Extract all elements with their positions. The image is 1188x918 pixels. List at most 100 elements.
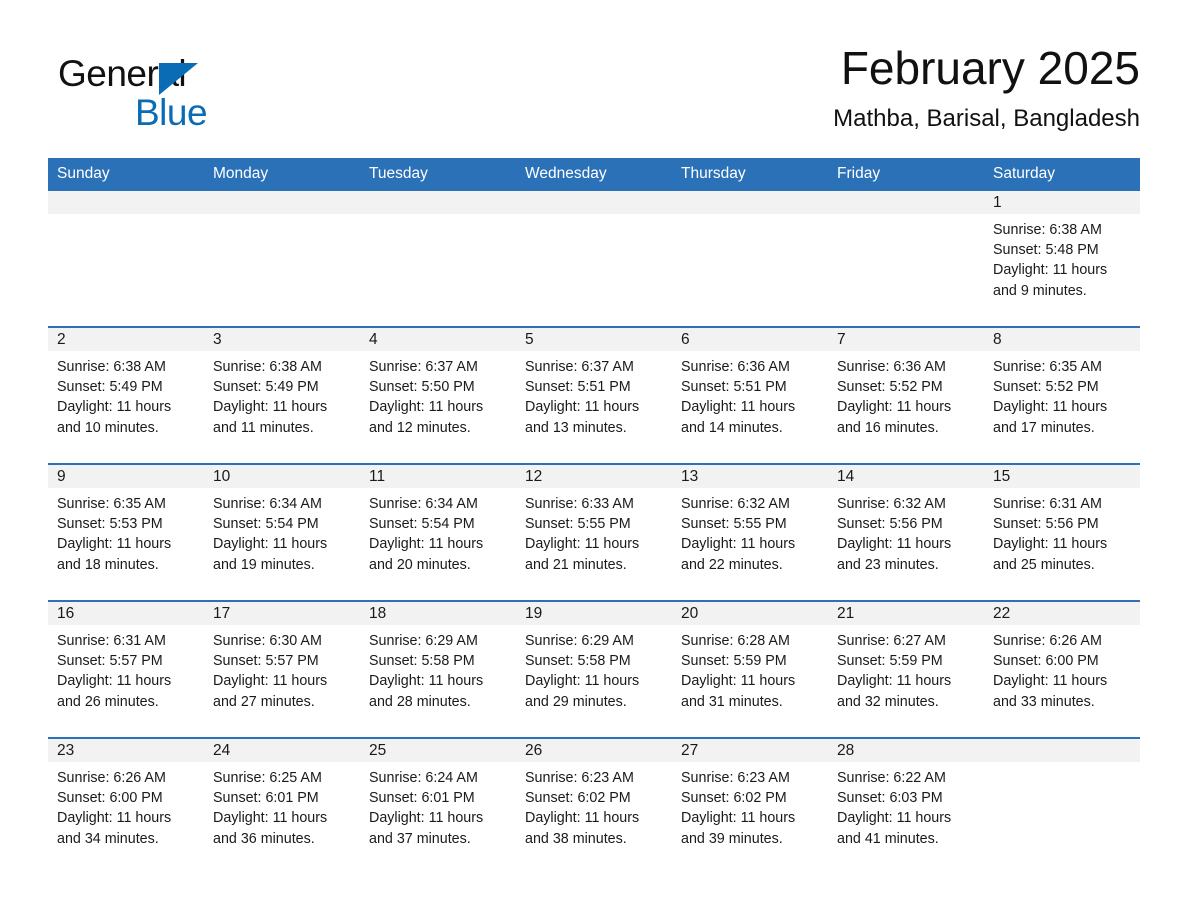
sunrise-text: Sunrise: 6:35 AM (57, 496, 166, 512)
calendar-day-cell[interactable]: 7 Sunrise: 6:36 AM Sunset: 5:52 PM Daylight… (828, 326, 984, 464)
calendar-day-cell[interactable]: 14 Sunrise: 6:32 AM Sunset: 5:56 PM Dayligh… (828, 463, 984, 601)
calendar-day-cell[interactable]: 4 Sunrise: 6:37 AM Sunset: 5:50 PM Daylight… (360, 326, 516, 464)
calendar-day-cell[interactable]: 24 Sunrise: 6:25 AM Sunset: 6:01 PM Dayligh… (204, 737, 360, 874)
day-number: 25 (360, 739, 516, 762)
sunset-text: Sunset: 6:00 PM (57, 790, 163, 807)
calendar-day-cell[interactable]: 8 Sunrise: 6:35 AM Sunset: 5:52 PM Daylight… (984, 326, 1140, 464)
day-details: Sunrise: 6:37 AM Sunset: 5:51 PM Daylight:… (516, 351, 672, 438)
calendar-day-cell[interactable]: 12 Sunrise: 6:33 AM Sunset: 5:55 PM Dayligh… (516, 463, 672, 601)
daylight-text: Daylight: 11 hours and 32 minutes. (837, 673, 952, 710)
sunrise-text: Sunrise: 6:29 AM (369, 633, 478, 649)
sunset-text: Sunset: 5:56 PM (837, 516, 943, 533)
daylight-text: Daylight: 11 hours and 31 minutes. (681, 673, 796, 710)
sunrise-text: Sunrise: 6:30 AM (213, 633, 322, 649)
calendar-day-cell[interactable]: 23 Sunrise: 6:26 AM Sunset: 6:00 PM Dayligh… (48, 737, 204, 874)
daylight-text: Daylight: 11 hours and 21 minutes. (525, 536, 640, 573)
weekday-header-wednesday: Wednesday (516, 158, 672, 191)
sunrise-text: Sunrise: 6:26 AM (57, 770, 166, 786)
calendar-day-cell[interactable]: 27 Sunrise: 6:23 AM Sunset: 6:02 PM Dayligh… (672, 737, 828, 874)
sunset-text: Sunset: 5:56 PM (993, 516, 1099, 533)
sunset-text: Sunset: 5:57 PM (213, 653, 319, 670)
weekday-header-monday: Monday (204, 158, 360, 191)
calendar-day-cell[interactable]: 25 Sunrise: 6:24 AM Sunset: 6:01 PM Dayligh… (360, 737, 516, 874)
day-details: Sunrise: 6:34 AM Sunset: 5:54 PM Daylight:… (360, 488, 516, 575)
calendar-day-cell[interactable]: 26 Sunrise: 6:23 AM Sunset: 6:02 PM Dayligh… (516, 737, 672, 874)
weekday-header-tuesday: Tuesday (360, 158, 516, 191)
calendar-day-cell[interactable]: 9 Sunrise: 6:35 AM Sunset: 5:53 PM Daylight… (48, 463, 204, 601)
day-number: 23 (48, 739, 204, 762)
sunrise-text: Sunrise: 6:23 AM (525, 770, 634, 786)
calendar-day-cell[interactable]: 28 Sunrise: 6:22 AM Sunset: 6:03 PM Dayligh… (828, 737, 984, 874)
day-number: 28 (828, 739, 984, 762)
sunrise-text: Sunrise: 6:35 AM (993, 359, 1102, 375)
weekday-header-saturday: Saturday (984, 158, 1140, 191)
page-title: February 2025 (840, 42, 1140, 94)
calendar-day-cell[interactable]: 20 Sunrise: 6:28 AM Sunset: 5:59 PM Dayligh… (672, 600, 828, 738)
calendar-cell-empty (984, 737, 1140, 874)
daylight-text: Daylight: 11 hours and 22 minutes. (681, 536, 796, 573)
calendar-day-cell[interactable]: 19 Sunrise: 6:29 AM Sunset: 5:58 PM Dayligh… (516, 600, 672, 738)
calendar-day-cell[interactable]: 17 Sunrise: 6:30 AM Sunset: 5:57 PM Dayligh… (204, 600, 360, 738)
sunrise-sunset-calendar: Sunday Monday Tuesday Wednesday Thursday… (48, 158, 1140, 874)
day-details: Sunrise: 6:22 AM Sunset: 6:03 PM Daylight:… (828, 762, 984, 849)
calendar-day-cell[interactable]: 16 Sunrise: 6:31 AM Sunset: 5:57 PM Dayligh… (48, 600, 204, 738)
day-details: Sunrise: 6:31 AM Sunset: 5:56 PM Daylight:… (984, 488, 1140, 575)
logo-text-blue: Blue (135, 92, 208, 133)
sunrise-text: Sunrise: 6:23 AM (681, 770, 790, 786)
sunrise-text: Sunrise: 6:27 AM (837, 633, 946, 649)
daylight-text: Daylight: 11 hours and 26 minutes. (57, 673, 172, 710)
sunrise-text: Sunrise: 6:34 AM (213, 496, 322, 512)
sunset-text: Sunset: 5:53 PM (57, 516, 163, 533)
calendar-day-cell[interactable]: 13 Sunrise: 6:32 AM Sunset: 5:55 PM Dayligh… (672, 463, 828, 601)
calendar-header-row: Sunday Monday Tuesday Wednesday Thursday… (48, 158, 1140, 191)
weekday-header-sunday: Sunday (48, 158, 204, 191)
sunset-text: Sunset: 5:50 PM (369, 379, 475, 396)
calendar-day-cell[interactable]: 1 Sunrise: 6:38 AM Sunset: 5:48 PM Daylight… (984, 191, 1140, 327)
day-details: Sunrise: 6:35 AM Sunset: 5:52 PM Daylight:… (984, 351, 1140, 438)
calendar-day-cell[interactable]: 22 Sunrise: 6:26 AM Sunset: 6:00 PM Dayligh… (984, 600, 1140, 738)
daylight-text: Daylight: 11 hours and 19 minutes. (213, 536, 328, 573)
calendar-day-cell[interactable]: 21 Sunrise: 6:27 AM Sunset: 5:59 PM Dayligh… (828, 600, 984, 738)
day-details: Sunrise: 6:23 AM Sunset: 6:02 PM Daylight:… (672, 762, 828, 849)
day-number-band (828, 191, 984, 214)
daylight-text: Daylight: 11 hours and 41 minutes. (837, 810, 952, 847)
sunset-text: Sunset: 5:59 PM (837, 653, 943, 670)
day-details: Sunrise: 6:36 AM Sunset: 5:51 PM Daylight:… (672, 351, 828, 438)
calendar-day-cell[interactable]: 18 Sunrise: 6:29 AM Sunset: 5:58 PM Dayligh… (360, 600, 516, 738)
daylight-text: Daylight: 11 hours and 29 minutes. (525, 673, 640, 710)
calendar-day-cell[interactable]: 15 Sunrise: 6:31 AM Sunset: 5:56 PM Dayligh… (984, 463, 1140, 601)
daylight-text: Daylight: 11 hours and 34 minutes. (57, 810, 172, 847)
sunset-text: Sunset: 5:58 PM (369, 653, 475, 670)
day-details: Sunrise: 6:26 AM Sunset: 6:00 PM Daylight:… (48, 762, 204, 849)
sunrise-text: Sunrise: 6:28 AM (681, 633, 790, 649)
calendar-day-cell[interactable]: 3 Sunrise: 6:38 AM Sunset: 5:49 PM Daylight… (204, 326, 360, 464)
calendar-day-cell[interactable]: 6 Sunrise: 6:36 AM Sunset: 5:51 PM Daylight… (672, 326, 828, 464)
day-number: 20 (672, 602, 828, 625)
calendar-week-row: 16 Sunrise: 6:31 AM Sunset: 5:57 PM Dayligh… (48, 600, 1140, 738)
day-number-band (672, 191, 828, 214)
calendar-day-cell[interactable]: 11 Sunrise: 6:34 AM Sunset: 5:54 PM Dayligh… (360, 463, 516, 601)
day-number: 27 (672, 739, 828, 762)
calendar-week-row: 9 Sunrise: 6:35 AM Sunset: 5:53 PM Daylight… (48, 463, 1140, 601)
day-number: 17 (204, 602, 360, 625)
calendar-day-cell[interactable]: 10 Sunrise: 6:34 AM Sunset: 5:54 PM Dayligh… (204, 463, 360, 601)
daylight-text: Daylight: 11 hours and 38 minutes. (525, 810, 640, 847)
calendar-cell-empty (360, 191, 516, 327)
day-number: 2 (48, 328, 204, 351)
sunrise-text: Sunrise: 6:26 AM (993, 633, 1102, 649)
daylight-text: Daylight: 11 hours and 17 minutes. (993, 399, 1108, 436)
daylight-text: Daylight: 11 hours and 10 minutes. (57, 399, 172, 436)
sunset-text: Sunset: 6:00 PM (993, 653, 1099, 670)
sunset-text: Sunset: 6:02 PM (681, 790, 787, 807)
sunset-text: Sunset: 5:59 PM (681, 653, 787, 670)
daylight-text: Daylight: 11 hours and 28 minutes. (369, 673, 484, 710)
day-number: 16 (48, 602, 204, 625)
sunrise-text: Sunrise: 6:38 AM (57, 359, 166, 375)
day-number: 13 (672, 465, 828, 488)
sunset-text: Sunset: 5:58 PM (525, 653, 631, 670)
calendar-day-cell[interactable]: 2 Sunrise: 6:38 AM Sunset: 5:49 PM Daylight… (48, 326, 204, 464)
calendar-day-cell[interactable]: 5 Sunrise: 6:37 AM Sunset: 5:51 PM Daylight… (516, 326, 672, 464)
sunset-text: Sunset: 5:52 PM (993, 379, 1099, 396)
generalblue-logo[interactable]: General Blue (58, 52, 358, 138)
daylight-text: Daylight: 11 hours and 16 minutes. (837, 399, 952, 436)
